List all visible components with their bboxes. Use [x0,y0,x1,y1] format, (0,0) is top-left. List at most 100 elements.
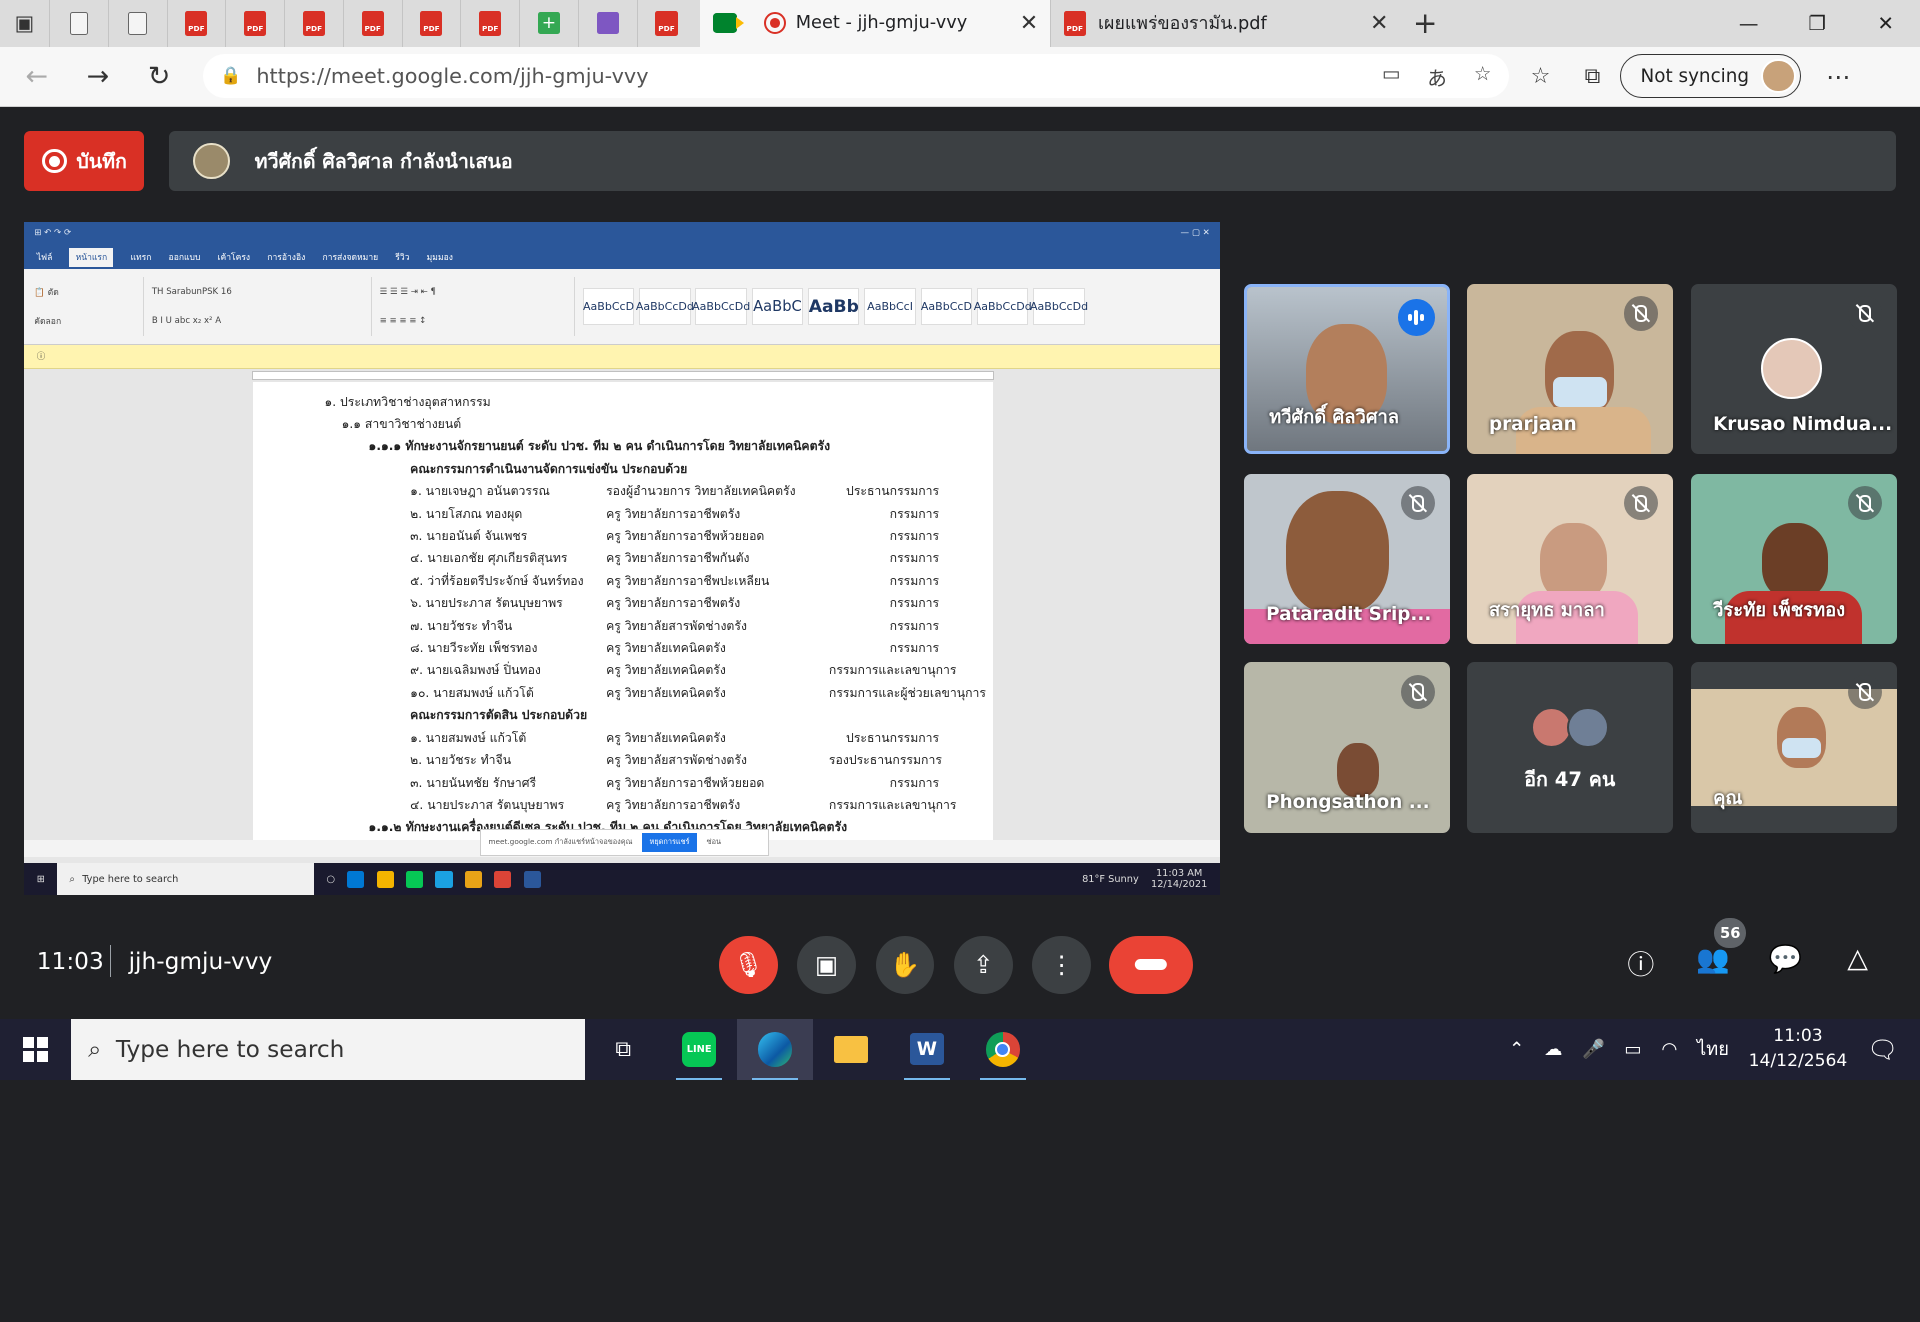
table-row: ๔. นายประภาส รัตนบุษยาพร ครู วิทยาลัยการอ… [324,794,993,816]
word-menu-item: ออกแบบ [168,253,201,264]
profile-button[interactable]: Not syncing [1619,53,1802,99]
task-view-button[interactable]: ⧉ [585,1019,661,1080]
table-cell: ประธานกรรมการ [846,484,940,499]
camera-button[interactable]: ▣ [797,935,856,995]
taskbar-edge[interactable] [737,1018,814,1080]
back-button[interactable]: ← [10,52,64,101]
collections-icon[interactable]: ⧉ [1585,64,1601,89]
participant-tile[interactable]: Krusao Nimdua... [1691,284,1897,455]
remote-date: 12/14/2021 [1150,879,1208,891]
raise-hand-button[interactable]: ✋ [875,935,935,995]
pinned-tab[interactable]: PDF [460,0,519,47]
judges-list: ๑. นายสมพงษ์ แก้วโต้ ครู วิทยาลัยเทคนิคตร… [324,727,993,817]
word-ruler [24,368,1220,381]
more-icon[interactable]: ⋯ [1826,62,1850,91]
participant-tile[interactable]: ทวีศักดิ์ ศิลวิศาล [1244,284,1450,455]
reload-button[interactable]: ↻ [132,52,186,101]
taskbar-search[interactable]: ⌕ Type here to search [71,1018,586,1080]
chevron-up-icon[interactable]: ⌃ [1509,1039,1524,1060]
word-menu-item: การอ้างอิง [267,253,306,264]
pinned-tab[interactable]: PDF [166,0,226,47]
search-placeholder: Type here to search [115,1035,345,1063]
participant-name: สรายุทธ มาลา [1488,599,1605,621]
paragraph-group: ☰ ☰ ☰ ⇥ ⇤ ¶ ≡ ≡ ≡ ≡ ↕ [380,277,576,337]
url-text[interactable]: https://meet.google.com/jjh-gmju-vvy [256,64,1367,88]
pinned-tab[interactable] [48,0,108,47]
document-icon [69,11,89,35]
chat-icon[interactable]: 💬 [1763,943,1807,975]
pinned-tab[interactable]: PDF [636,0,696,47]
participant-tile-self[interactable]: คุณ [1691,662,1897,833]
windows-taskbar: ⌕ Type here to search ⧉ LINE W ⌃ ☁ 🎤 ▭ ◠… [0,1018,1920,1080]
mail-icon [347,870,365,888]
mic-off-button[interactable]: 🎙 [718,935,778,995]
lock-icon[interactable]: 🔒 [220,66,241,86]
close-tab-icon[interactable]: ✕ [1370,11,1388,36]
activities-icon[interactable]: △ [1836,943,1880,974]
wifi-icon[interactable]: ◠ [1661,1039,1677,1060]
new-tab-button[interactable]: + [1401,6,1450,40]
table-cell: กรรมการ [889,573,940,588]
tab-actions-icon[interactable]: ▣ [0,0,49,47]
pinned-tab[interactable]: PDF [401,0,461,47]
participant-tile[interactable]: สรายุทธ มาลา [1466,473,1673,645]
doc-subheading: คณะกรรมการดำเนินงานจัดการแข่งขัน ประกอบด… [410,461,688,476]
taskbar-clock[interactable]: 11:03 14/12/2564 [1749,1024,1848,1075]
pinned-tab[interactable]: PDF [342,0,402,47]
address-toolbar: ← → ↻ 🔒 https://meet.google.com/jjh-gmju… [0,46,1920,107]
participant-tile-overflow[interactable]: อีก 47 คน [1466,662,1673,833]
remote-search: ⌕ Type here to search [57,863,315,896]
muted-icon [1623,486,1658,521]
pinned-tab[interactable]: PDF [284,0,343,47]
table-cell: ครู วิทยาลัยการอาชีพกันตัง [606,551,750,566]
remote-taskbar: ⊞ ⌕ Type here to search ○ 81°F Sunny 11:0… [24,863,1220,896]
muted-icon [1400,486,1436,521]
doc-heading: ๑.๑.๑ ทักษะงานจักรยานยนต์ ระดับ ปวช. ทีม… [368,439,831,454]
minimize-icon[interactable]: — [1714,12,1783,35]
camera-icon[interactable]: ▭ [1382,62,1401,91]
start-button[interactable] [0,1019,71,1080]
add-favorite-icon[interactable]: ☆ [1474,62,1492,91]
table-cell: ๓. นายนันทชัย รักษาศรี [410,775,537,790]
participant-tile[interactable]: Pataradit Srip... [1244,473,1450,645]
participant-tile[interactable]: prarjaan [1466,284,1673,455]
shared-screen: ⊞ ↶ ↷ ⟳ — ▢ ✕ ไฟล์ หน้าแรก แทรก ออกแบบ เ… [24,221,1220,896]
microphone-icon[interactable]: 🎤 [1582,1039,1605,1060]
recording-button[interactable]: บันทึก [24,131,145,192]
address-bar[interactable]: 🔒 https://meet.google.com/jjh-gmju-vvy ▭… [203,53,1509,99]
tab-meet[interactable]: Meet - jjh-gmju-vvy ✕ [700,0,1051,47]
participant-count-badge: 56 [1714,918,1747,948]
taskbar-line[interactable]: LINE [661,1019,737,1080]
styles-gallery: AaBbCcD AaBbCcDd AaBbCcDd AaBbC AaBb AaB… [582,288,1088,326]
tab-pdf[interactable]: PDF เผยแพร่ของรามัน.pdf ✕ [1050,0,1400,47]
pinned-tab[interactable]: + [519,0,578,47]
participant-tile[interactable]: Phongsathon ... [1244,662,1450,833]
taskbar-chrome[interactable] [965,1019,1041,1080]
pinned-tab[interactable] [107,0,167,47]
pdf-icon: PDF [302,11,325,36]
divider [110,945,112,978]
table-row: ๘. นายวีระทัย เพ็ชรทอง ครู วิทยาลัยเทคนิค… [324,637,993,659]
forward-button[interactable]: → [71,52,125,101]
close-tab-icon[interactable]: ✕ [1020,11,1038,36]
language-indicator[interactable]: ไทย [1697,1035,1729,1064]
pinned-tab[interactable] [577,0,637,47]
taskbar-time: 11:03 [1773,1025,1823,1046]
participant-tile[interactable]: วีระทัย เพ็ชรทอง [1691,473,1897,645]
favorites-icon[interactable]: ☆ [1531,64,1551,89]
notification-icon[interactable]: 🗨 [1867,1035,1898,1064]
info-icon[interactable]: ⓘ [1619,943,1663,982]
table-cell: ๒. นายวัชระ ทำจีน [410,753,512,768]
table-row: ๕. ว่าที่ร้อยตรีประจักษ์ จันทร์ทอง ครู วิ… [324,570,993,592]
end-call-button[interactable] [1109,935,1193,995]
translate-icon[interactable]: あ [1427,62,1447,91]
battery-icon[interactable]: ▭ [1624,1039,1641,1060]
close-window-icon[interactable]: ✕ [1851,12,1920,35]
restore-icon[interactable]: ❐ [1783,12,1852,35]
network-icon[interactable]: ☁ [1544,1039,1562,1060]
pinned-tab[interactable]: PDF [225,0,284,47]
present-button[interactable]: ⇪ [953,935,1013,995]
taskbar-explorer[interactable] [813,1019,889,1080]
taskbar-word[interactable]: W [889,1019,965,1080]
more-options-button[interactable]: ⋮ [1032,935,1092,995]
